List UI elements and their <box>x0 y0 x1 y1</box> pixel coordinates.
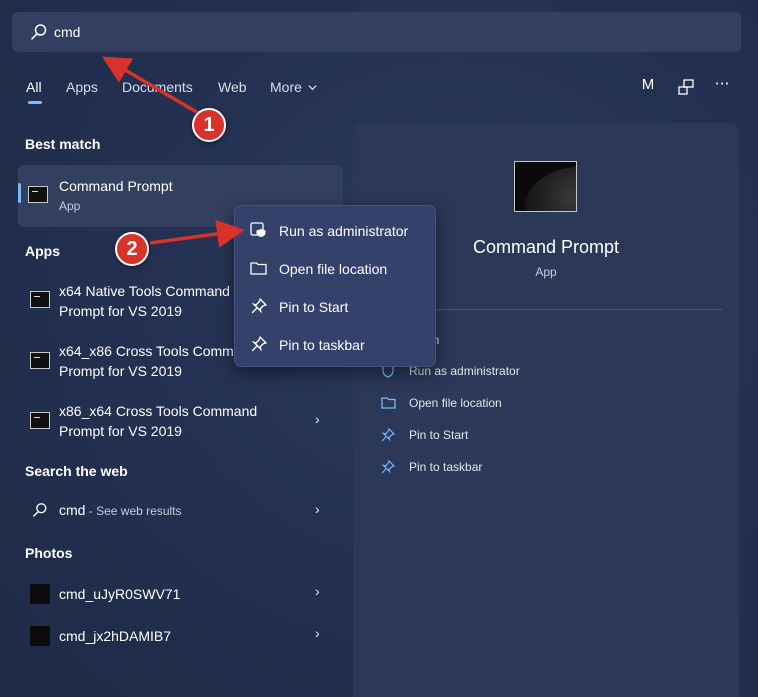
annotation-arrows <box>101 56 245 248</box>
annotation-arrow-2 <box>149 219 245 248</box>
annotation-badge-1: 1 <box>192 108 226 142</box>
annotation-badge-2: 2 <box>115 232 149 266</box>
annotation-arrow-1 <box>101 56 201 116</box>
